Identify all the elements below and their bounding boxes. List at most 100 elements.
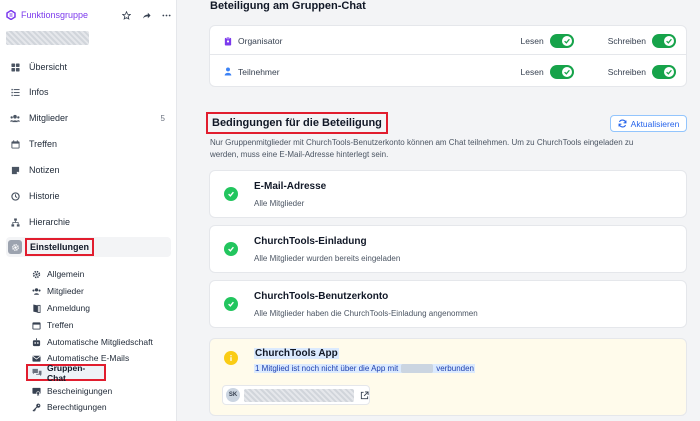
condition-title: E-Mail-Adresse [254, 181, 327, 192]
role-row-organisator: Organisator Lesen Schreiben [210, 28, 686, 55]
note-icon [10, 165, 20, 175]
chat-section-title: Beteiligung am Gruppen-Chat [210, 0, 366, 12]
sidebar-item-label: Infos [29, 87, 49, 97]
condition-title: ChurchTools-Benutzerkonto [254, 291, 389, 302]
star-icon[interactable] [121, 10, 131, 20]
condition-subtitle: 1 Mitglied ist noch nicht über die App m… [254, 364, 475, 373]
app-subtitle-suffix: verbunden [436, 364, 474, 373]
read-label: Lesen [520, 36, 544, 46]
condition-subtitle: Alle Mitglieder wurden bereits eingelade… [254, 254, 401, 263]
sidebar-subitem-label: Automatische E-Mails [47, 353, 130, 363]
main-content: Beteiligung am Gruppen-Chat Organisator … [177, 0, 700, 421]
list-icon [10, 87, 20, 97]
sidebar-subitem-label: Gruppen-Chat [47, 362, 86, 383]
sidebar-subitem-automatische-mitgliedschaft[interactable]: Automatische Mitgliedschaft [32, 334, 153, 350]
door-icon [32, 303, 41, 313]
sidebar-item-treffen[interactable]: Treffen [6, 135, 171, 153]
sidebar-header: Funktionsgruppe [6, 8, 171, 22]
read-label: Lesen [520, 66, 544, 77]
key-icon [32, 403, 41, 412]
sidebar-subitem-berechtigungen[interactable]: Berechtigungen [32, 399, 107, 415]
write-toggle[interactable] [652, 34, 676, 48]
sidebar-subitem-label: Anmeldung [47, 303, 91, 313]
check-circle-icon [224, 242, 238, 256]
sidebar-item-mitglieder[interactable]: Mitglieder 5 [6, 109, 171, 127]
external-link-icon[interactable] [360, 390, 369, 400]
calendar-icon [32, 321, 41, 330]
condition-app: ChurchTools App 1 Mitglied ist noch nich… [209, 338, 687, 416]
condition-email: E-Mail-Adresse Alle Mitglieder [209, 170, 687, 218]
condition-subtitle: Alle Mitglieder haben die ChurchTools-Ei… [254, 309, 478, 318]
gear-icon [32, 270, 41, 279]
condition-subtitle: Alle Mitglieder [254, 199, 305, 208]
sidebar-item-label: Historie [29, 191, 60, 201]
sidebar-item-notizen[interactable]: Notizen [6, 161, 171, 179]
condition-title: ChurchTools-Einladung [254, 236, 367, 247]
hierarchy-icon [10, 217, 20, 227]
sidebar-item-label: Treffen [29, 139, 58, 149]
sidebar-subitem-treffen[interactable]: Treffen [32, 317, 73, 333]
role-row-teilnehmer: Teilnehmer Lesen Schreiben [210, 58, 686, 85]
calendar-icon [10, 139, 20, 149]
sidebar-item-label: Hierarchie [29, 217, 71, 227]
group-name-redacted [6, 31, 89, 45]
sidebar-item-label: Mitglieder [29, 113, 69, 123]
condition-invitation: ChurchTools-Einladung Alle Mitglieder wu… [209, 225, 687, 273]
share-icon[interactable] [141, 11, 151, 20]
sidebar-subitem-gruppen-chat[interactable]: Gruppen-Chat [26, 362, 106, 383]
member-chip[interactable]: SK [222, 385, 370, 405]
envelope-icon [32, 354, 41, 363]
sidebar-item-historie[interactable]: Historie [6, 187, 171, 205]
avatar: SK [226, 388, 240, 402]
role-name: Organisator [238, 36, 283, 46]
condition-title: ChurchTools App [254, 348, 339, 359]
users-icon [10, 113, 20, 123]
write-toggle[interactable] [652, 64, 676, 79]
settings-label: Einstellungen [25, 238, 95, 256]
sidebar-subitem-anmeldung[interactable]: Anmeldung [32, 300, 90, 316]
group-type-label[interactable]: Funktionsgruppe [21, 10, 121, 20]
sidebar-item-label: Notizen [29, 165, 60, 175]
users-icon [32, 287, 41, 296]
member-name-redacted [244, 388, 354, 402]
conditions-description: Nur Gruppenmitglieder mit ChurchTools-Be… [210, 138, 634, 159]
sidebar-item-label: Übersicht [29, 62, 68, 72]
sidebar-subitem-label: Mitglieder [47, 286, 84, 296]
person-icon [224, 67, 233, 76]
gear-icon [8, 240, 22, 254]
refresh-label: Aktualisieren [630, 118, 680, 129]
more-icon[interactable] [161, 11, 171, 20]
sidebar-item-infos[interactable]: Infos [6, 83, 171, 101]
read-toggle[interactable] [549, 34, 574, 48]
churchtools-logo-icon [6, 10, 16, 20]
read-toggle[interactable] [549, 64, 574, 79]
sidebar-subitem-label: Bescheinigungen [47, 386, 113, 396]
sidebar-item-hierarchie[interactable]: Hierarchie [6, 213, 171, 231]
info-circle-icon [224, 351, 238, 365]
check-circle-icon [224, 187, 238, 201]
sidebar-subitem-mitglieder[interactable]: Mitglieder [32, 283, 84, 299]
permissions-card: Organisator Lesen Schreiben Teilnehmer L… [209, 25, 687, 87]
history-icon [10, 191, 20, 201]
sidebar-item-uebersicht[interactable]: Übersicht [6, 58, 171, 76]
grid-icon [10, 62, 20, 72]
write-label: Schreiben [607, 66, 646, 77]
sidebar-subitem-bescheinigungen[interactable]: Bescheinigungen [32, 383, 112, 399]
app-subtitle-prefix: 1 Mitglied ist noch nicht über die App m… [255, 364, 399, 373]
sidebar-subitem-label: Allgemein [47, 269, 85, 279]
conditions-title: Bedingungen für die Beteiligung [206, 112, 388, 134]
sidebar-subitem-label: Treffen [47, 320, 74, 330]
chat-icon [32, 368, 42, 377]
role-name: Teilnehmer [238, 66, 280, 77]
check-circle-icon [224, 297, 238, 311]
sidebar-subitem-allgemein[interactable]: Allgemein [32, 266, 84, 282]
condition-account: ChurchTools-Benutzerkonto Alle Mitgliede… [209, 280, 687, 328]
robot-icon [32, 337, 41, 347]
refresh-icon [618, 119, 627, 128]
sidebar-item-count: 5 [160, 113, 165, 123]
sidebar-subitem-label: Automatische Mitgliedschaft [47, 337, 153, 347]
certificate-icon [32, 387, 41, 396]
organizer-icon [224, 36, 233, 46]
sidebar-item-einstellungen[interactable]: Einstellungen [6, 237, 171, 257]
refresh-button[interactable]: Aktualisieren [610, 115, 687, 132]
